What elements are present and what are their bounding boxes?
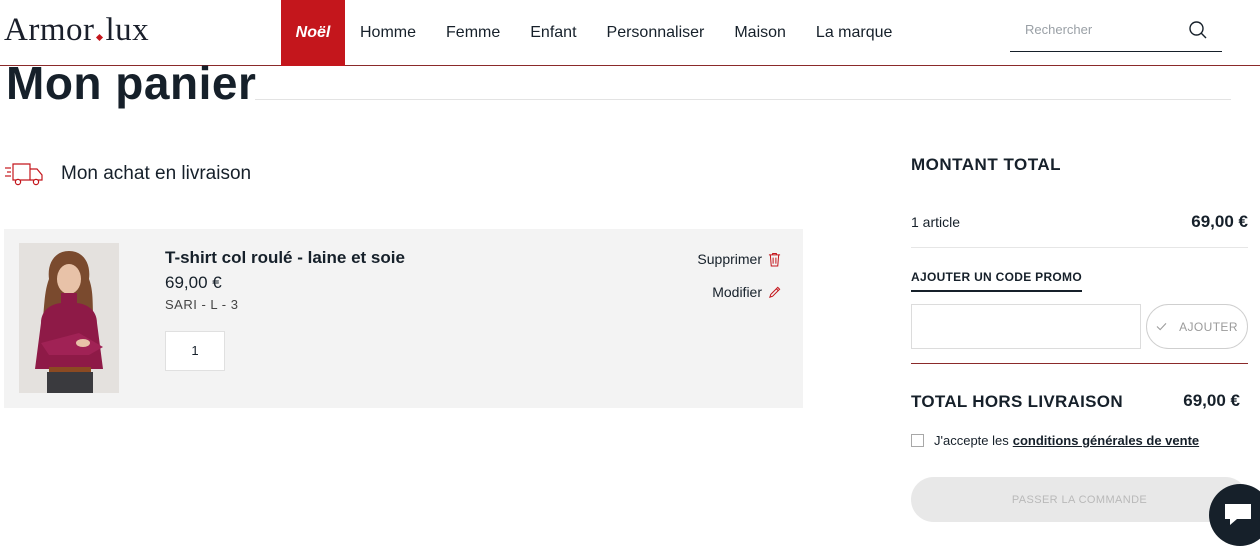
articles-amount: 69,00 € [1191, 212, 1248, 231]
articles-count: 1 article [911, 214, 961, 230]
terms-consent: J'accepte les conditions générales de ve… [911, 433, 1199, 448]
quantity-input[interactable]: 1 [165, 331, 225, 371]
terms-prefix: J'accepte les [934, 433, 1009, 448]
nav-item-noel[interactable]: Noël [281, 0, 345, 66]
delivery-heading-label: Mon achat en livraison [61, 163, 252, 184]
check-icon [1156, 322, 1167, 331]
pencil-icon [769, 286, 781, 298]
nav-item-la-marque[interactable]: La marque [801, 0, 908, 66]
promo-code-tab[interactable]: AJOUTER UN CODE PROMO [911, 270, 1082, 292]
summary-articles-row: 1 article 69,00 € [911, 212, 1248, 248]
summary-divider [911, 363, 1248, 364]
terms-checkbox[interactable] [911, 434, 924, 447]
promo-code-input[interactable] [911, 304, 1141, 349]
nav-item-maison[interactable]: Maison [719, 0, 801, 66]
search-icon[interactable] [1188, 20, 1208, 40]
product-image[interactable] [19, 243, 119, 393]
page-title: Mon panier [6, 57, 257, 109]
search-input[interactable] [1010, 14, 1180, 44]
checkout-button[interactable]: PASSER LA COMMANDE [911, 477, 1248, 522]
product-name[interactable]: T-shirt col roulé - laine et soie [165, 248, 405, 268]
brand-logo[interactable]: Armor lux [4, 12, 149, 49]
edit-button[interactable]: Modifier [712, 284, 781, 300]
delivery-heading: Mon achat en livraison [4, 160, 251, 188]
nav-item-homme[interactable]: Homme [345, 0, 431, 66]
product-price: 69,00 € [165, 273, 222, 292]
chat-bubble-icon [1225, 504, 1251, 525]
logo-text-right: lux [105, 12, 150, 48]
add-promo-button[interactable]: AJOUTER [1146, 304, 1248, 349]
total-label: TOTAL HORS LIVRAISON [911, 392, 1123, 411]
title-divider [255, 99, 1231, 100]
logo-text-left: Armor [4, 12, 95, 48]
summary-title: MONTANT TOTAL [911, 155, 1062, 174]
nav-item-enfant[interactable]: Enfant [515, 0, 591, 66]
add-promo-label: AJOUTER [1179, 319, 1238, 334]
trash-icon [768, 252, 781, 267]
delete-button[interactable]: Supprimer [697, 251, 781, 267]
logo-diamond-icon [96, 33, 104, 42]
nav-item-personnaliser[interactable]: Personnaliser [592, 0, 720, 66]
chat-button[interactable] [1209, 484, 1260, 546]
delivery-truck-icon [5, 163, 43, 186]
delete-label: Supprimer [697, 251, 762, 267]
nav-item-femme[interactable]: Femme [431, 0, 515, 66]
main-nav: Noël Homme Femme Enfant Personnaliser Ma… [281, 0, 907, 66]
search-bar [1010, 14, 1222, 52]
product-photo-illustration [19, 243, 119, 393]
cart-item: T-shirt col roulé - laine et soie 69,00 … [4, 229, 803, 408]
product-variant: SARI - L - 3 [165, 297, 239, 312]
total-value: 69,00 € [1183, 391, 1240, 410]
edit-label: Modifier [712, 284, 762, 300]
terms-link[interactable]: conditions générales de vente [1013, 433, 1199, 448]
